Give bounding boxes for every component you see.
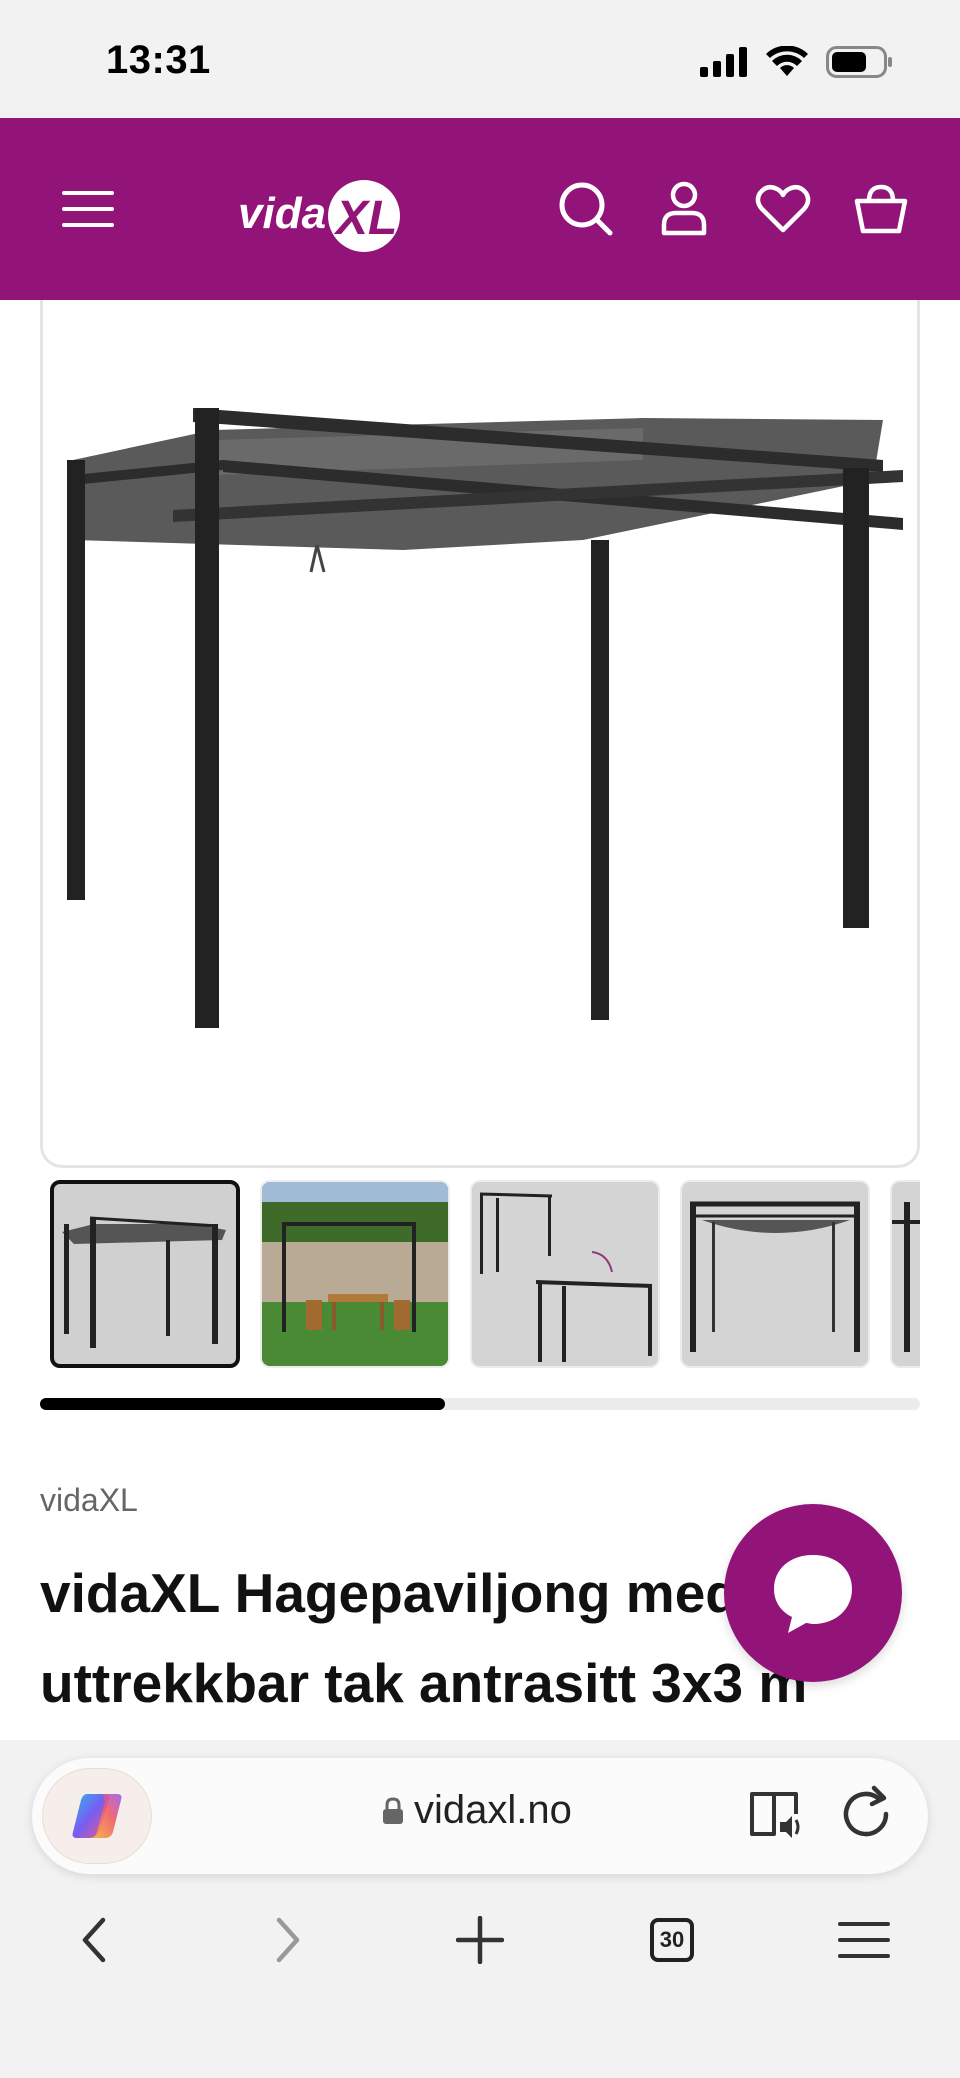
thumbnail-scrollbar-thumb[interactable]	[40, 1398, 445, 1410]
site-header: vida XL	[0, 118, 960, 300]
battery-icon	[826, 46, 892, 78]
browser-menu-button[interactable]	[824, 1900, 904, 1980]
search-icon	[559, 182, 613, 236]
heart-icon	[755, 184, 811, 233]
status-time: 13:31	[106, 38, 211, 82]
tabs-button[interactable]: 30	[632, 1900, 712, 1980]
cart-button[interactable]	[848, 118, 914, 300]
thumbnail-3[interactable]	[470, 1180, 660, 1368]
menu-icon	[62, 191, 114, 227]
copilot-icon	[72, 1794, 122, 1838]
svg-text:vida: vida	[238, 189, 326, 238]
reader-mode-icon	[750, 1792, 800, 1838]
cellular-signal-icon	[700, 47, 747, 77]
wifi-icon	[766, 46, 808, 76]
thumbnail-scrollbar[interactable]	[40, 1398, 920, 1410]
forward-button[interactable]	[248, 1900, 328, 1980]
thumbnail-2[interactable]	[260, 1180, 450, 1368]
product-main-image[interactable]	[40, 300, 920, 1168]
new-tab-button[interactable]	[440, 1900, 520, 1980]
vidaxl-logo[interactable]: vida XL	[236, 166, 406, 256]
url-text: vidaxl.no	[414, 1788, 572, 1832]
chat-bubble-icon	[774, 1555, 852, 1633]
reload-icon	[843, 1785, 889, 1837]
product-brand[interactable]: vidaXL	[40, 1482, 138, 1519]
status-icons	[700, 46, 894, 78]
back-button[interactable]	[54, 1900, 134, 1980]
account-button[interactable]	[652, 118, 716, 300]
search-button[interactable]	[554, 118, 618, 300]
back-icon	[82, 1917, 106, 1963]
wishlist-button[interactable]	[750, 118, 816, 300]
forward-icon	[276, 1917, 300, 1963]
svg-text:XL: XL	[333, 192, 397, 245]
reload-button[interactable]	[838, 1784, 898, 1849]
pergola-image	[67, 408, 903, 1028]
url-display[interactable]: vidaxl.no	[382, 1788, 572, 1833]
chat-button[interactable]	[724, 1504, 902, 1682]
account-icon	[661, 181, 707, 236]
new-tab-icon	[456, 1916, 504, 1964]
tabs-icon: 30	[650, 1918, 694, 1962]
thumbnail-5[interactable]	[890, 1180, 920, 1368]
menu-button[interactable]	[56, 118, 120, 300]
thumbnail-strip[interactable]	[50, 1180, 920, 1370]
browser-nav-row: 30	[0, 1900, 960, 1980]
lock-icon	[383, 1796, 403, 1824]
thumbnail-4[interactable]	[680, 1180, 870, 1368]
copilot-button[interactable]	[42, 1768, 152, 1864]
cart-icon	[854, 184, 908, 234]
reader-mode-button[interactable]	[748, 1786, 804, 1847]
browser-menu-icon	[838, 1922, 890, 1958]
address-bar[interactable]: vidaxl.no	[32, 1758, 928, 1874]
thumbnail-1[interactable]	[50, 1180, 240, 1368]
status-bar: 13:31	[0, 0, 960, 118]
